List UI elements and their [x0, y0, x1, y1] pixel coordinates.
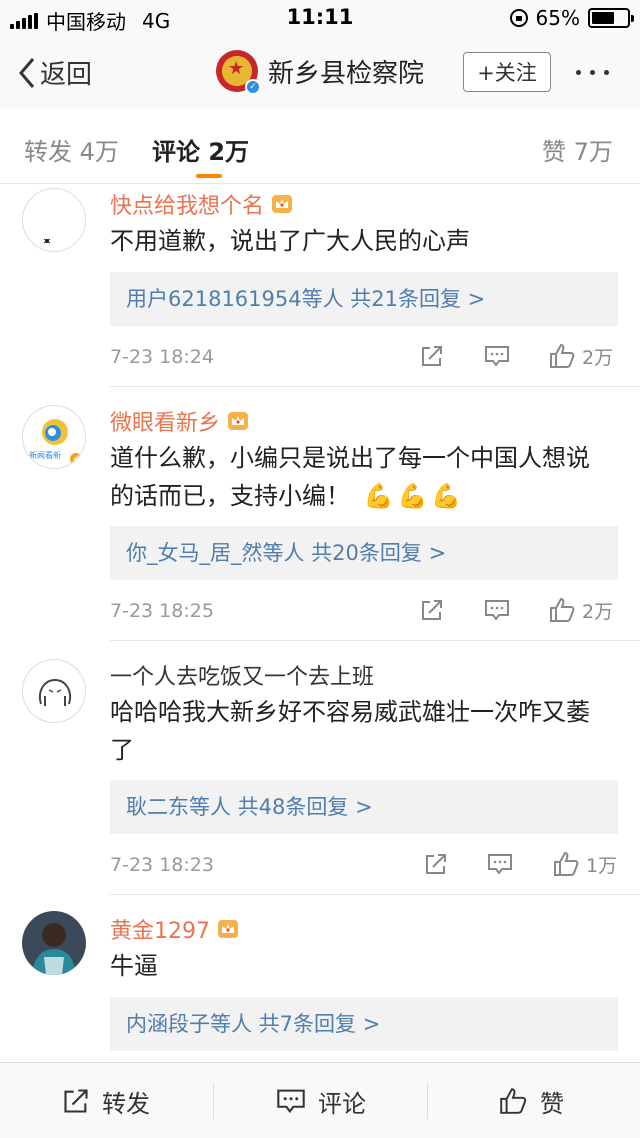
fly-icon	[43, 238, 51, 244]
comment-author[interactable]: 微眼看新乡	[110, 405, 250, 437]
thumbs-up-icon	[554, 851, 579, 876]
repost-button[interactable]: 转发	[62, 1063, 150, 1138]
avatar[interactable]	[22, 188, 86, 252]
avatar-text: 新闻看新	[29, 451, 61, 460]
comment-icon	[485, 600, 509, 621]
repost-label: 转发	[102, 1089, 150, 1118]
author-name: 微眼看新乡	[110, 411, 221, 436]
crown-icon	[272, 195, 293, 213]
author-name: 黄金1297	[110, 919, 210, 944]
more-icon[interactable]	[576, 70, 609, 75]
sketch-face-icon	[39, 678, 71, 706]
divider	[110, 894, 640, 895]
divider	[110, 386, 640, 387]
verified-icon: ✓	[68, 451, 84, 467]
replies-link[interactable]: 你_女马_居_然等人 共20条回复 >	[110, 526, 618, 580]
comment-author[interactable]: 黄金1297	[110, 913, 240, 945]
battery-percent: 65%	[535, 6, 580, 30]
comment-icon	[488, 854, 512, 875]
account-header[interactable]: ✓ 新乡县检察院	[216, 50, 425, 95]
author-name: 快点给我想个名	[110, 194, 265, 219]
like-button[interactable]: 1万	[552, 850, 617, 878]
like-count: 2万	[582, 346, 614, 369]
share-icon	[426, 854, 446, 874]
share-icon	[422, 600, 442, 620]
tab-comments[interactable]: 评论 2万	[152, 132, 249, 167]
bottom-action-bar: 转发 评论 赞	[0, 1062, 640, 1138]
muscle-emoji: 💪💪💪	[363, 482, 466, 510]
author-name: 一个人去吃饭又一个去上班	[110, 665, 375, 690]
divider	[110, 640, 640, 641]
status-bar: 中国移动 4G 11:11 65%	[0, 0, 640, 36]
account-avatar: ✓	[216, 50, 261, 95]
page-title: 新乡县检察院	[268, 58, 425, 89]
avatar[interactable]	[22, 911, 86, 975]
battery-fill	[592, 12, 615, 24]
like-button[interactable]: 2万	[548, 596, 613, 624]
battery-icon	[588, 8, 634, 28]
back-label: 返回	[40, 60, 93, 90]
comment-text: 哈哈哈我大新乡好不容易威武雄壮一次咋又萎了	[110, 698, 590, 764]
share-icon	[422, 346, 442, 366]
thumbs-up-icon	[550, 597, 575, 622]
like-button[interactable]: 2万	[548, 342, 613, 370]
like-count: 2万	[582, 600, 614, 623]
replies-link[interactable]: 用户6218161954等人 共21条回复 >	[110, 272, 618, 326]
comment-label: 评论	[318, 1089, 366, 1118]
comment-time: 7-23 18:24	[110, 346, 214, 368]
chevron-left-icon	[19, 57, 35, 88]
tab-reposts[interactable]: 转发 4万	[24, 132, 119, 167]
comment-body: 道什么歉，小编只是说出了每一个中国人想说的话而已，支持小编！	[110, 444, 590, 510]
share-button[interactable]	[420, 598, 444, 622]
comment-author[interactable]: 一个人去吃饭又一个去上班	[110, 659, 374, 691]
divider	[213, 1083, 214, 1119]
tab-bar: 转发 4万 评论 2万 赞 7万	[0, 108, 640, 184]
replies-link[interactable]: 内涵段子等人 共7条回复 >	[110, 997, 618, 1051]
share-button[interactable]	[420, 344, 444, 368]
follow-button[interactable]: +关注	[463, 52, 551, 92]
reply-button[interactable]	[487, 852, 513, 876]
comment-time: 7-23 18:23	[110, 854, 214, 876]
tab-likes[interactable]: 赞 7万	[542, 132, 613, 167]
thumbs-up-icon	[550, 343, 575, 368]
verified-icon: ✓	[245, 79, 261, 95]
share-icon	[64, 1089, 88, 1113]
share-button[interactable]	[424, 852, 448, 876]
comment-text: 道什么歉，小编只是说出了每一个中国人想说的话而已，支持小编！ 💪💪💪	[110, 439, 600, 515]
avatar[interactable]: 新闻看新 ✓	[22, 405, 86, 469]
status-right: 65%	[509, 6, 634, 30]
person-photo-icon	[22, 911, 86, 975]
active-tab-indicator	[196, 174, 222, 178]
back-button[interactable]: 返回	[18, 54, 92, 91]
comment-text: 牛逼	[110, 952, 158, 980]
avatar[interactable]	[22, 659, 86, 723]
comment-author[interactable]: 快点给我想个名	[110, 188, 294, 220]
comment-time: 7-23 18:25	[110, 600, 214, 622]
replies-link[interactable]: 耿二东等人 共48条回复 >	[110, 780, 618, 834]
thumbs-up-icon	[500, 1088, 527, 1114]
like-count: 1万	[586, 854, 618, 877]
reply-button[interactable]	[484, 598, 510, 622]
crown-icon	[218, 920, 238, 938]
like-bottom-button[interactable]: 赞	[498, 1063, 564, 1138]
divider	[427, 1083, 428, 1119]
nav-bar: 返回 ✓ 新乡县检察院 +关注	[0, 36, 640, 108]
comment-button[interactable]: 评论	[276, 1063, 366, 1138]
comment-icon	[277, 1089, 305, 1114]
like-label: 赞	[540, 1089, 564, 1118]
crown-icon	[228, 412, 249, 430]
comment-text: 不用道歉，说出了广大人民的心声	[110, 227, 470, 255]
comment-icon	[485, 346, 509, 367]
rotation-lock-icon	[509, 9, 528, 27]
reply-button[interactable]	[484, 344, 510, 368]
